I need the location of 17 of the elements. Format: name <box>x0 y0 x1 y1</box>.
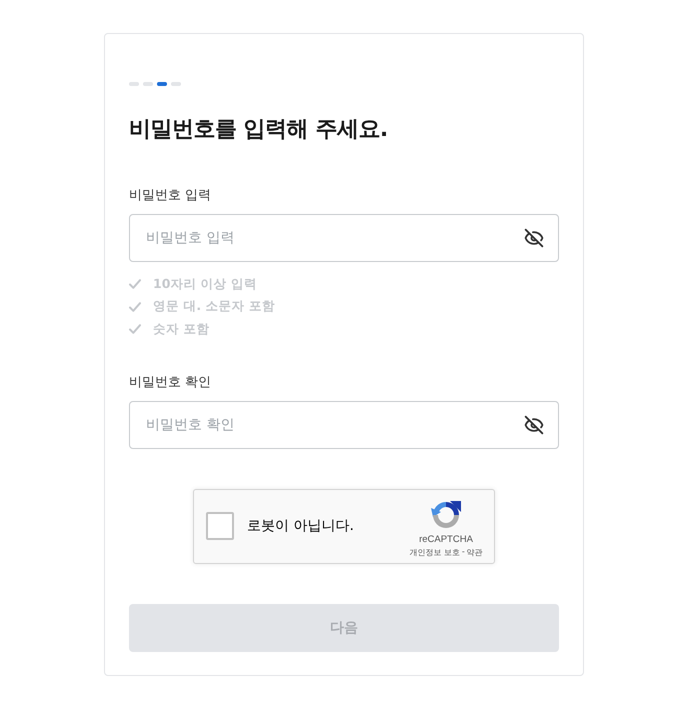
field-label: 비밀번호 입력 <box>129 187 212 205</box>
password-field[interactable]: 비밀번호 입력 <box>129 214 559 262</box>
rule-text: 영문 대. 소문자 포함 <box>153 298 275 316</box>
eye-off-icon[interactable] <box>524 414 544 434</box>
privacy-link[interactable]: 개인정보 보호 <box>409 546 460 558</box>
rule-text: 10자리 이상 입력 <box>153 276 258 293</box>
recaptcha-logo-icon <box>430 498 462 531</box>
password-field[interactable]: 비밀번호 확인 <box>129 400 559 448</box>
link-separator: - <box>462 546 465 558</box>
terms-link[interactable]: 약관 <box>466 546 483 558</box>
field-label: 비밀번호 확인 <box>129 374 212 392</box>
captcha-label: 로봇이 아닙니다. <box>247 517 355 536</box>
captcha-brand: reCAPTCHA <box>419 534 473 545</box>
rule-text: 숫자 포함 <box>153 320 210 338</box>
eye-off-icon[interactable] <box>524 228 544 248</box>
page-title: 비밀번호를 입력해 주세요. <box>129 116 388 144</box>
captcha-checkbox[interactable] <box>206 512 234 540</box>
